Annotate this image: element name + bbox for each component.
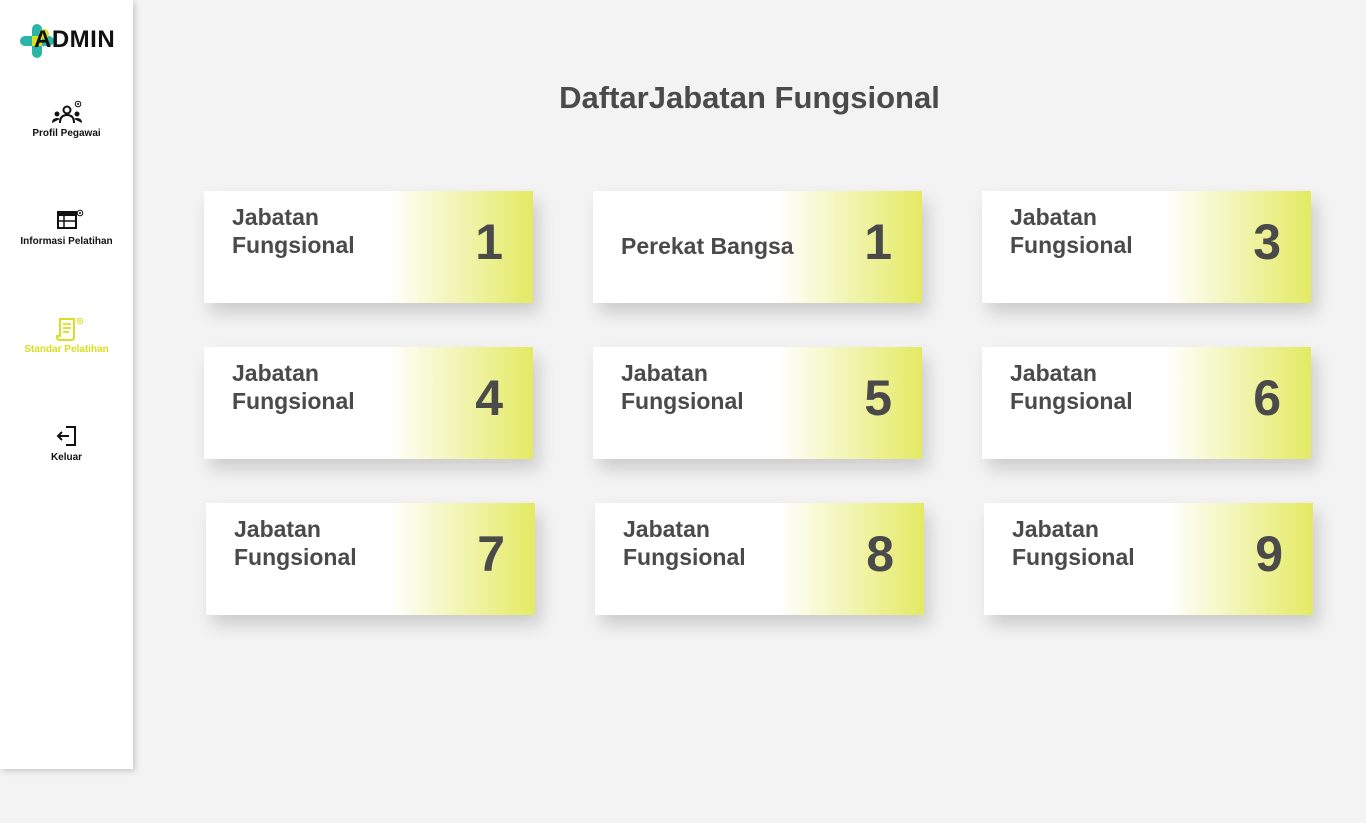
sidebar-item-profil-pegawai[interactable]: Profil Pegawai [0, 100, 133, 139]
card-number: 3 [1253, 214, 1281, 270]
card-number: 1 [864, 214, 892, 270]
card-label: Jabatan Fungsional [234, 516, 357, 570]
sidebar-item-standar-pelatihan[interactable]: Standar Pelatihan [0, 316, 133, 355]
jabatan-card[interactable]: Jabatan Fungsional 4 [204, 347, 533, 459]
card-label: Perekat Bangsa [621, 233, 794, 259]
sidebar-item-label: Informasi Pelatihan [20, 236, 113, 247]
sidebar: ADMIN Profil Pegawai Informasi Pelatihan… [0, 0, 133, 769]
sidebar-item-keluar[interactable]: Keluar [0, 424, 133, 463]
card-number: 6 [1253, 370, 1281, 426]
card-label: Jabatan Fungsional [1010, 204, 1133, 258]
jabatan-card[interactable]: Jabatan Fungsional 3 [982, 191, 1311, 303]
admin-logo[interactable]: ADMIN [20, 24, 115, 58]
jabatan-card[interactable]: Jabatan Fungsional 5 [593, 347, 922, 459]
sidebar-item-label: Standar Pelatihan [24, 344, 109, 355]
card-number: 5 [864, 370, 892, 426]
card-number: 7 [477, 526, 505, 582]
card-number: 9 [1255, 526, 1283, 582]
sidebar-item-informasi-pelatihan[interactable]: Informasi Pelatihan [0, 208, 133, 247]
card-label: Jabatan Fungsional [232, 360, 355, 414]
card-label: Jabatan Fungsional [621, 360, 744, 414]
sidebar-item-label: Profil Pegawai [32, 128, 101, 139]
card-number: 8 [866, 526, 894, 582]
jabatan-card[interactable]: Perekat Bangsa 1 [593, 191, 922, 303]
jabatan-card[interactable]: Jabatan Fungsional 1 [204, 191, 533, 303]
jabatan-card[interactable]: Jabatan Fungsional 8 [595, 503, 924, 615]
card-label: Jabatan Fungsional [1010, 360, 1133, 414]
jabatan-card[interactable]: Jabatan Fungsional 9 [984, 503, 1313, 615]
sidebar-item-label: Keluar [50, 452, 83, 463]
card-label: Jabatan Fungsional [623, 516, 746, 570]
page-title: DaftarJabatan Fungsional [559, 80, 940, 115]
card-label: Jabatan Fungsional [232, 204, 355, 258]
jabatan-card[interactable]: Jabatan Fungsional 6 [982, 347, 1311, 459]
calendar-gear-icon [47, 208, 87, 232]
users-gear-icon [47, 100, 87, 124]
card-number: 1 [475, 214, 503, 270]
logo-text: ADMIN [34, 26, 116, 53]
card-number: 4 [475, 370, 503, 426]
jabatan-card[interactable]: Jabatan Fungsional 7 [206, 503, 535, 615]
card-label: Jabatan Fungsional [1012, 516, 1135, 570]
logout-icon [47, 424, 87, 448]
document-gear-icon [47, 316, 87, 341]
